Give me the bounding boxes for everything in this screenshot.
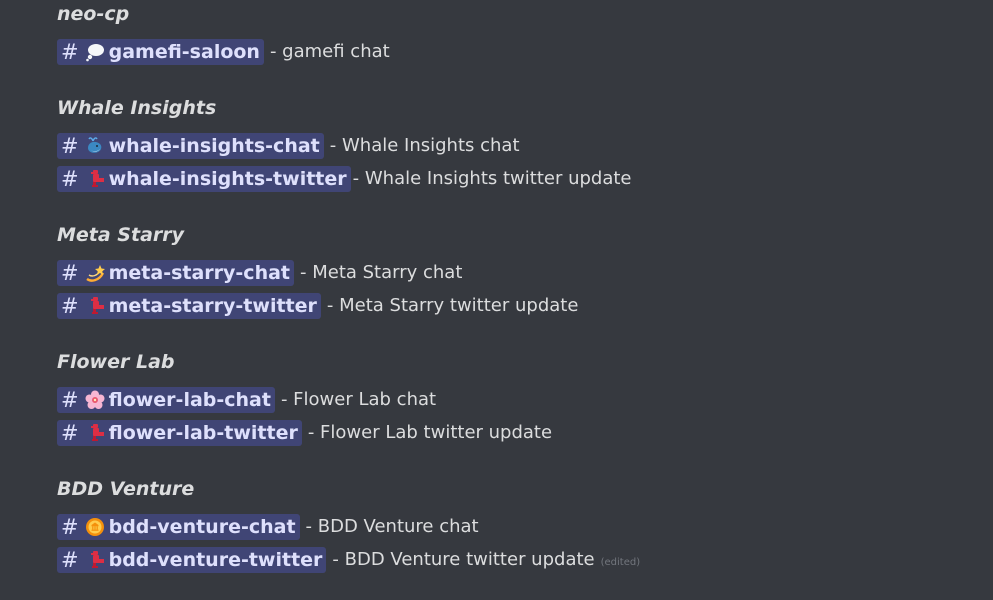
gold-coin-icon — [85, 517, 105, 537]
channel-name: bdd-venture-twitter — [108, 548, 323, 571]
red-bird-icon — [85, 423, 105, 443]
hash-icon: # — [61, 293, 79, 318]
channel-line: # whale-insights-chat - Whale Insights c… — [57, 129, 977, 162]
channel-description: - Meta Starry twitter update — [326, 295, 579, 316]
edited-label: (edited) — [600, 557, 641, 568]
channel-line: # gamefi-saloon - gamefi chat — [57, 35, 977, 68]
hash-icon: # — [61, 514, 79, 539]
hash-icon: # — [61, 547, 79, 572]
channel-description: - Flower Lab chat — [280, 389, 437, 410]
channel-description: - Whale Insights chat — [329, 135, 520, 156]
section-whale-insights: Whale Insights # whale-insights-chat - W… — [57, 96, 977, 195]
section-title: neo-cp — [57, 3, 130, 25]
channel-mention-whale-insights-twitter[interactable]: # whale-insights-twitter — [57, 165, 351, 192]
channel-description: - BDD Venture twitter update — [332, 549, 595, 570]
section-bdd-venture: BDD Venture # bdd-venture-chat - BDD Ven… — [57, 477, 977, 576]
channel-name: bdd-venture-chat — [108, 515, 296, 538]
channel-name: whale-insights-twitter — [108, 167, 347, 190]
channel-mention-flower-lab-chat[interactable]: # flower-lab-chat — [57, 386, 275, 413]
hash-icon: # — [61, 387, 79, 412]
section-title: Meta Starry — [57, 224, 185, 246]
hash-icon: # — [61, 133, 79, 158]
channel-line: # bdd-venture-chat - BDD Venture chat — [57, 510, 977, 543]
channel-line: # meta-starry-chat - Meta Starry chat — [57, 256, 977, 289]
channel-line: # flower-lab-chat - Flower Lab chat — [57, 383, 977, 416]
channel-mention-meta-starry-twitter[interactable]: # meta-starry-twitter — [57, 292, 321, 319]
channel-description: - Meta Starry chat — [300, 262, 463, 283]
channel-line: # whale-insights-twitter - Whale Insight… — [57, 162, 977, 195]
section-neo-cp: neo-cp # gamefi-saloon - gamefi chat — [57, 2, 977, 68]
channel-mention-bdd-venture-chat[interactable]: # bdd-venture-chat — [57, 513, 300, 540]
red-bird-icon — [85, 550, 105, 570]
section-flower-lab: Flower Lab # flower-lab-chat - Flower La… — [57, 350, 977, 449]
section-title: Flower Lab — [57, 351, 175, 373]
hash-icon: # — [61, 166, 79, 191]
channel-description: - Flower Lab twitter update — [307, 422, 553, 443]
section-title: Whale Insights — [57, 97, 217, 119]
red-bird-icon — [85, 296, 105, 316]
channel-name: whale-insights-chat — [108, 134, 320, 157]
channel-mention-bdd-venture-twitter[interactable]: # bdd-venture-twitter — [57, 546, 327, 573]
dizzy-star-icon — [85, 263, 105, 283]
channel-name: flower-lab-twitter — [108, 421, 298, 444]
channel-line: # bdd-venture-twitter - BDD Venture twit… — [57, 543, 977, 576]
channel-mention-whale-insights-chat[interactable]: # whale-insights-chat — [57, 132, 324, 159]
channel-name: meta-starry-twitter — [108, 294, 317, 317]
hash-icon: # — [61, 39, 79, 64]
hash-icon: # — [61, 260, 79, 285]
section-meta-starry: Meta Starry # meta-starry-chat - Meta St… — [57, 223, 977, 322]
channel-name: gamefi-saloon — [108, 40, 260, 63]
section-title: BDD Venture — [57, 478, 195, 500]
red-bird-icon — [85, 169, 105, 189]
speech-bubble-icon — [85, 42, 105, 62]
channel-mention-flower-lab-twitter[interactable]: # flower-lab-twitter — [57, 419, 302, 446]
channel-name: meta-starry-chat — [108, 261, 290, 284]
channel-line: # meta-starry-twitter - Meta Starry twit… — [57, 289, 977, 322]
channel-description: - BDD Venture chat — [305, 516, 479, 537]
channel-name: flower-lab-chat — [108, 388, 271, 411]
message-content: neo-cp # gamefi-saloon - gamefi chat Wha… — [57, 0, 977, 576]
hash-icon: # — [61, 420, 79, 445]
channel-mention-gamefi-saloon[interactable]: # gamefi-saloon — [57, 38, 264, 65]
channel-mention-meta-starry-chat[interactable]: # meta-starry-chat — [57, 259, 294, 286]
channel-description: - gamefi chat — [269, 41, 390, 62]
cherry-blossom-icon — [85, 390, 105, 410]
channel-description: - Whale Insights twitter update — [352, 168, 632, 189]
whale-icon — [85, 136, 105, 156]
channel-line: # flower-lab-twitter - Flower Lab twitte… — [57, 416, 977, 449]
